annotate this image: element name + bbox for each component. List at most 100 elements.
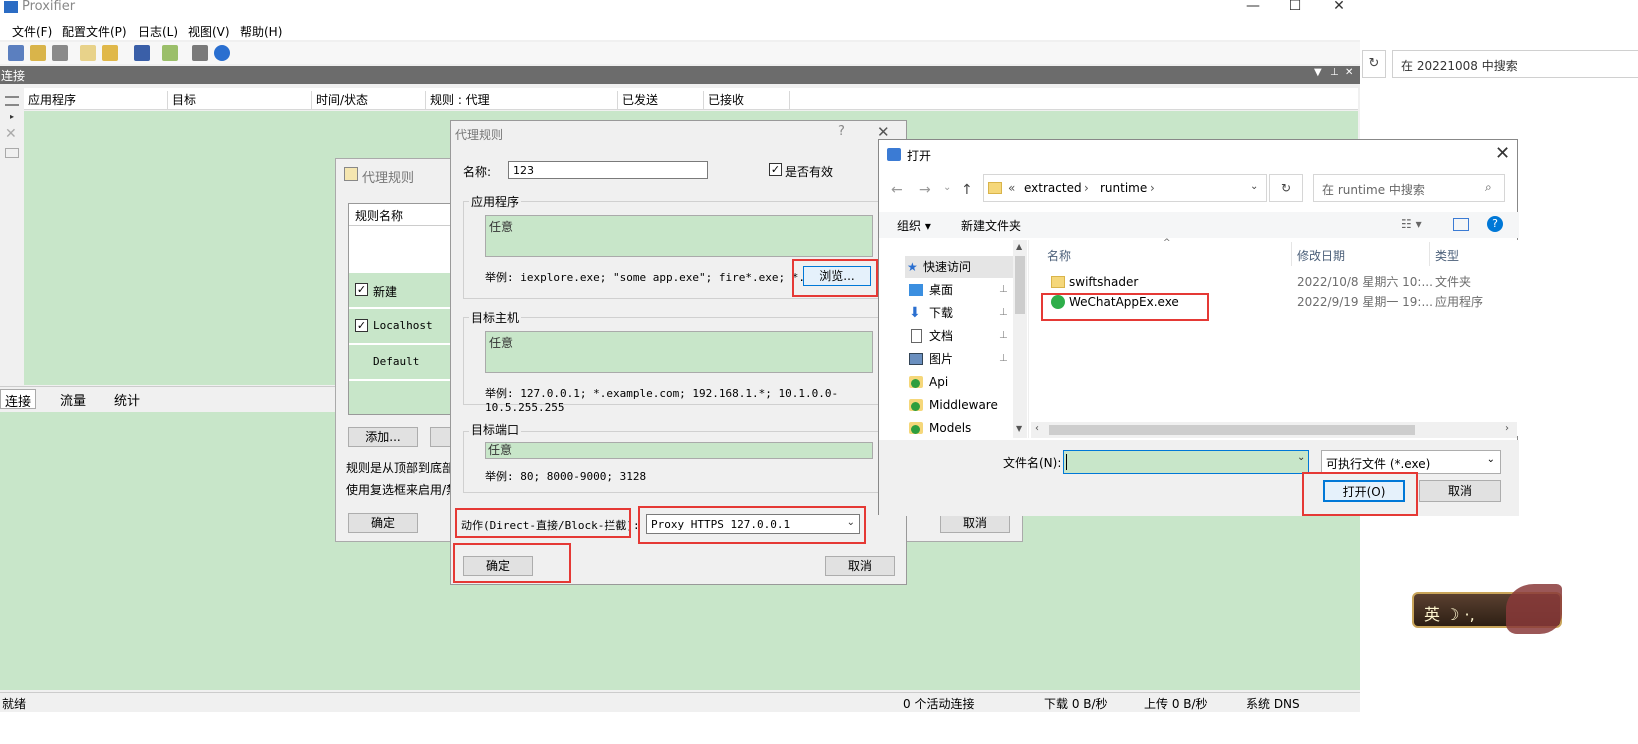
rule-checkbox[interactable]: ✓: [355, 283, 368, 296]
expand-icon[interactable]: ▸: [10, 112, 14, 121]
import-icon[interactable]: [162, 45, 178, 61]
rule-checkbox[interactable]: ✓: [355, 319, 368, 332]
nav-documents-label: 文档: [929, 329, 954, 343]
game-sticker-widget[interactable]: 英 ☽ ·,: [1412, 584, 1562, 634]
nav-desktop[interactable]: 桌面: [909, 279, 953, 301]
organize-button[interactable]: 组织 ▾: [897, 217, 931, 234]
connections-icon[interactable]: [8, 45, 24, 61]
nav-pictures[interactable]: 图片: [909, 348, 953, 370]
menu-profile[interactable]: 配置文件(P): [62, 23, 127, 40]
profile-icon[interactable]: [30, 45, 46, 61]
nav-documents[interactable]: 文档: [909, 325, 953, 347]
status-upload: 上传 0 B/秒: [1144, 697, 1208, 711]
desktop-strip: [0, 712, 1638, 744]
col-application[interactable]: 应用程序: [24, 91, 168, 109]
help-icon[interactable]: ?: [838, 124, 845, 139]
new-folder-button[interactable]: 新建文件夹: [961, 217, 1021, 234]
col-sent[interactable]: 已发送: [618, 91, 704, 109]
new-icon[interactable]: [80, 45, 96, 61]
menu-view[interactable]: 视图(V): [188, 23, 230, 40]
nav-downloads[interactable]: ⬇ 下载: [909, 302, 953, 324]
file-date: 2022/9/19 星期一 19:...: [1297, 295, 1433, 309]
open-file-dialog: 打开 ✕ ← → ⌄ ↑ « extracted › runtime › ⌄ ↻…: [878, 139, 1519, 516]
chevron-down-icon[interactable]: ⌄: [1297, 452, 1305, 463]
minimize-button[interactable]: —: [1230, 0, 1276, 14]
folder-search-input[interactable]: 在 runtime 中搜索: [1313, 174, 1505, 202]
col-target[interactable]: 目标: [168, 91, 312, 109]
col-time-status[interactable]: 时间/状态: [312, 91, 426, 109]
window-icon[interactable]: [5, 148, 19, 158]
scroll-right-icon[interactable]: ›: [1505, 423, 1509, 434]
help-icon[interactable]: [214, 45, 230, 61]
refresh-icon[interactable]: ↻: [1362, 50, 1386, 78]
breadcrumb-overflow[interactable]: «: [1008, 181, 1015, 195]
target-ports-input[interactable]: 任意: [485, 442, 873, 459]
panel-dropdown-icon[interactable]: ▼: [1314, 67, 1322, 78]
help-icon[interactable]: ?: [1487, 216, 1503, 232]
file-list-hscrollbar[interactable]: ‹ ›: [1031, 422, 1517, 438]
print-icon[interactable]: [192, 45, 208, 61]
maximize-button[interactable]: ☐: [1272, 0, 1318, 14]
target-hosts-input[interactable]: 任意: [485, 331, 873, 373]
preview-pane-icon[interactable]: [1453, 218, 1469, 231]
nav-middleware[interactable]: Middleware: [909, 394, 998, 416]
proxy-servers-icon[interactable]: [52, 45, 68, 61]
applications-input[interactable]: 任意: [485, 215, 873, 257]
list-view-icon[interactable]: [5, 96, 19, 106]
refresh-icon[interactable]: ↻: [1269, 174, 1303, 202]
panel-pin-icon[interactable]: ⊥: [1330, 67, 1339, 78]
col-type[interactable]: 类型: [1435, 247, 1459, 264]
menu-log[interactable]: 日志(L): [138, 23, 178, 40]
rules-cancel-button[interactable]: 取消: [940, 513, 1010, 533]
nav-api[interactable]: Api: [909, 371, 948, 393]
edit-dialog-title: 代理规则: [455, 128, 504, 142]
menu-help[interactable]: 帮助(H): [240, 23, 282, 40]
file-row[interactable]: swiftshader 2022/10/8 星期六 10:... 文件夹: [1047, 272, 1507, 292]
nav-models[interactable]: Models: [909, 417, 971, 439]
scroll-thumb[interactable]: [1015, 256, 1025, 314]
open-cancel-button[interactable]: 取消: [1419, 480, 1501, 502]
tab-traffic[interactable]: 流量: [56, 389, 90, 409]
tab-connections[interactable]: 连接: [0, 389, 37, 410]
scroll-up-icon[interactable]: ▲: [1016, 242, 1022, 251]
address-bar[interactable]: « extracted › runtime › ⌄: [983, 174, 1267, 202]
add-rule-button[interactable]: 添加...: [348, 427, 418, 447]
forward-arrow-icon[interactable]: →: [919, 182, 931, 198]
explorer-search-input[interactable]: 在 20221008 中搜索: [1392, 50, 1638, 78]
edit-cancel-button[interactable]: 取消: [825, 556, 895, 576]
up-arrow-icon[interactable]: ↑: [961, 182, 973, 198]
nav-scrollbar[interactable]: ▲ ▼: [1013, 240, 1027, 438]
enabled-checkbox[interactable]: ✓: [769, 163, 782, 176]
tab-statistics[interactable]: 统计: [110, 389, 144, 409]
breadcrumb-extracted[interactable]: extracted: [1024, 181, 1082, 195]
chevron-down-icon[interactable]: ⌄: [943, 182, 951, 193]
open-icon[interactable]: [102, 45, 118, 61]
rule-name-input[interactable]: 123: [508, 161, 708, 179]
column-divider[interactable]: [1291, 242, 1292, 266]
scroll-left-icon[interactable]: ‹: [1035, 423, 1039, 434]
chevron-down-icon[interactable]: ⌄: [1250, 181, 1258, 192]
filename-input[interactable]: [1063, 450, 1309, 474]
scroll-thumb[interactable]: [1049, 425, 1415, 435]
menu-file[interactable]: 文件(F): [12, 23, 52, 40]
browse-highlight: [792, 259, 878, 297]
close-button[interactable]: ✕: [1316, 0, 1362, 14]
save-icon[interactable]: [134, 45, 150, 61]
view-options-icon[interactable]: ☷ ▾: [1401, 217, 1422, 231]
col-name[interactable]: 名称: [1047, 247, 1071, 264]
breadcrumb-runtime[interactable]: runtime: [1100, 181, 1147, 195]
panel-close-icon[interactable]: ✕: [1345, 67, 1353, 78]
close-icon[interactable]: ✕: [1495, 143, 1510, 164]
col-received[interactable]: 已接收: [704, 91, 790, 109]
column-divider[interactable]: [1429, 242, 1430, 266]
col-rule-proxy[interactable]: 规则 : 代理: [426, 91, 618, 109]
nav-quick-access[interactable]: ★ 快速访问: [905, 256, 1013, 278]
file-type-filter[interactable]: 可执行文件 (*.exe) ⌄: [1321, 450, 1501, 474]
close-connection-icon[interactable]: ✕: [5, 126, 17, 142]
rules-ok-button[interactable]: 确定: [348, 513, 418, 533]
scroll-down-icon[interactable]: ▼: [1016, 424, 1022, 433]
col-modified[interactable]: 修改日期: [1297, 247, 1345, 264]
navigation-pane: ★ 快速访问 桌面 ⊥ ⬇ 下载 ⊥ 文档 ⊥ 图片 ⊥ Api Middlew…: [879, 240, 1029, 438]
back-arrow-icon[interactable]: ←: [891, 182, 903, 198]
nav-desktop-label: 桌面: [929, 283, 954, 297]
